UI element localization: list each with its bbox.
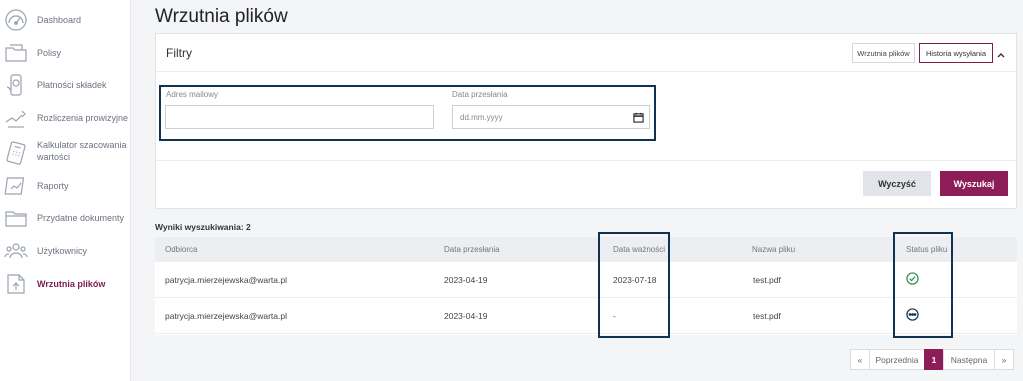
policy-folder-icon <box>4 41 28 65</box>
sidebar-item-calculator[interactable]: Kalkulator szacowania wartości <box>0 139 131 167</box>
divider <box>156 160 1016 161</box>
results-table: Odbiorca Data przesłania Data ważności N… <box>155 237 1017 335</box>
previous-page-button[interactable]: Poprzednia <box>869 349 925 370</box>
sidebar-item-label: Wrzutnia plików <box>37 279 106 289</box>
sidebar-item-file-upload[interactable]: Wrzutnia plików <box>0 272 131 296</box>
sidebar-item-reports[interactable]: Raporty <box>0 174 131 198</box>
sidebar-item-label: Polisy <box>37 48 62 58</box>
calendar-icon[interactable] <box>633 112 644 123</box>
column-header-file-name[interactable]: Nazwa pliku <box>752 245 795 254</box>
pagination: « Poprzednia 1 Następna » <box>850 349 1014 370</box>
highlight-box-status-column <box>893 232 953 338</box>
file-name-cell[interactable]: test.pdf <box>753 275 781 285</box>
highlight-box-expiry-column <box>598 232 670 338</box>
sidebar-item-dashboard[interactable]: Dashboard <box>0 8 131 32</box>
table-row[interactable]: patrycja.mierzejewska@warta.pl 2023-04-1… <box>155 262 1017 298</box>
sidebar-item-users[interactable]: Użytkownicy <box>0 239 131 263</box>
dashboard-gauge-icon <box>4 8 28 32</box>
chevron-up-icon[interactable] <box>996 47 1006 58</box>
users-icon <box>4 239 28 263</box>
page-title: Wrzutnia plików <box>155 6 288 27</box>
last-page-button[interactable]: » <box>994 349 1014 370</box>
sidebar-item-label: Kalkulator szacowania wartości <box>37 140 127 162</box>
sidebar-item-label: Przydatne dokumenty <box>37 213 125 223</box>
filter-header: Filtry Wrzutnia plików Historia wysyłani… <box>156 34 1016 72</box>
sidebar-item-label: Płatności składek <box>37 80 107 90</box>
date-field-placeholder: dd.mm.yyyy <box>460 112 503 122</box>
next-page-button[interactable]: Następna <box>943 349 995 370</box>
tab-send-history-button[interactable]: Historia wysyłania <box>919 43 993 63</box>
email-field[interactable] <box>165 105 434 129</box>
date-field-label: Data przesłania <box>452 90 508 99</box>
sidebar-item-commissions[interactable]: Rozliczenia prowizyjne <box>0 106 131 130</box>
file-name-cell[interactable]: test.pdf <box>753 311 781 321</box>
recipient-cell: patrycja.mierzejewska@warta.pl <box>165 311 288 321</box>
commission-icon <box>4 106 28 130</box>
column-header-sent-date[interactable]: Data przesłania <box>444 245 500 254</box>
sidebar-item-documents[interactable]: Przydatne dokumenty <box>0 206 131 230</box>
table-header: Odbiorca Data przesłania Data ważności N… <box>155 237 1017 262</box>
filter-panel: Filtry Wrzutnia plików Historia wysyłani… <box>155 33 1017 209</box>
current-page-button[interactable]: 1 <box>924 349 944 370</box>
search-button[interactable]: Wyszukaj <box>940 171 1008 196</box>
payment-icon <box>4 73 28 97</box>
recipient-cell: patrycja.mierzejewska@warta.pl <box>165 275 288 285</box>
calculator-icon <box>4 141 28 165</box>
sidebar-item-label: Rozliczenia prowizyjne <box>37 113 129 123</box>
sidebar-item-label: Użytkownicy <box>37 246 88 256</box>
sent-date-cell: 2023-04-19 <box>444 275 488 285</box>
tab-file-upload-button[interactable]: Wrzutnia plików <box>852 43 915 63</box>
reports-icon <box>4 174 28 198</box>
filter-title: Filtry <box>166 46 192 60</box>
clear-button[interactable]: Wyczyść <box>863 171 931 196</box>
sidebar-item-policies[interactable]: Polisy <box>0 41 131 65</box>
sidebar-item-payments[interactable]: Płatności składek <box>0 73 131 97</box>
sidebar-item-label: Dashboard <box>37 15 82 25</box>
column-header-recipient[interactable]: Odbiorca <box>165 245 197 254</box>
date-field[interactable]: dd.mm.yyyy <box>452 105 650 129</box>
sidebar: Dashboard Polisy Płatności składek Rozli… <box>0 0 131 381</box>
sidebar-item-label: Raporty <box>37 181 69 191</box>
table-row[interactable]: patrycja.mierzejewska@warta.pl 2023-04-1… <box>155 298 1017 334</box>
file-upload-icon <box>4 272 28 296</box>
results-count: Wyniki wyszukiwania: 2 <box>155 222 251 232</box>
documents-folder-icon <box>4 206 28 230</box>
first-page-button[interactable]: « <box>850 349 870 370</box>
email-field-label: Adres mailowy <box>166 90 219 99</box>
sent-date-cell: 2023-04-19 <box>444 311 488 321</box>
